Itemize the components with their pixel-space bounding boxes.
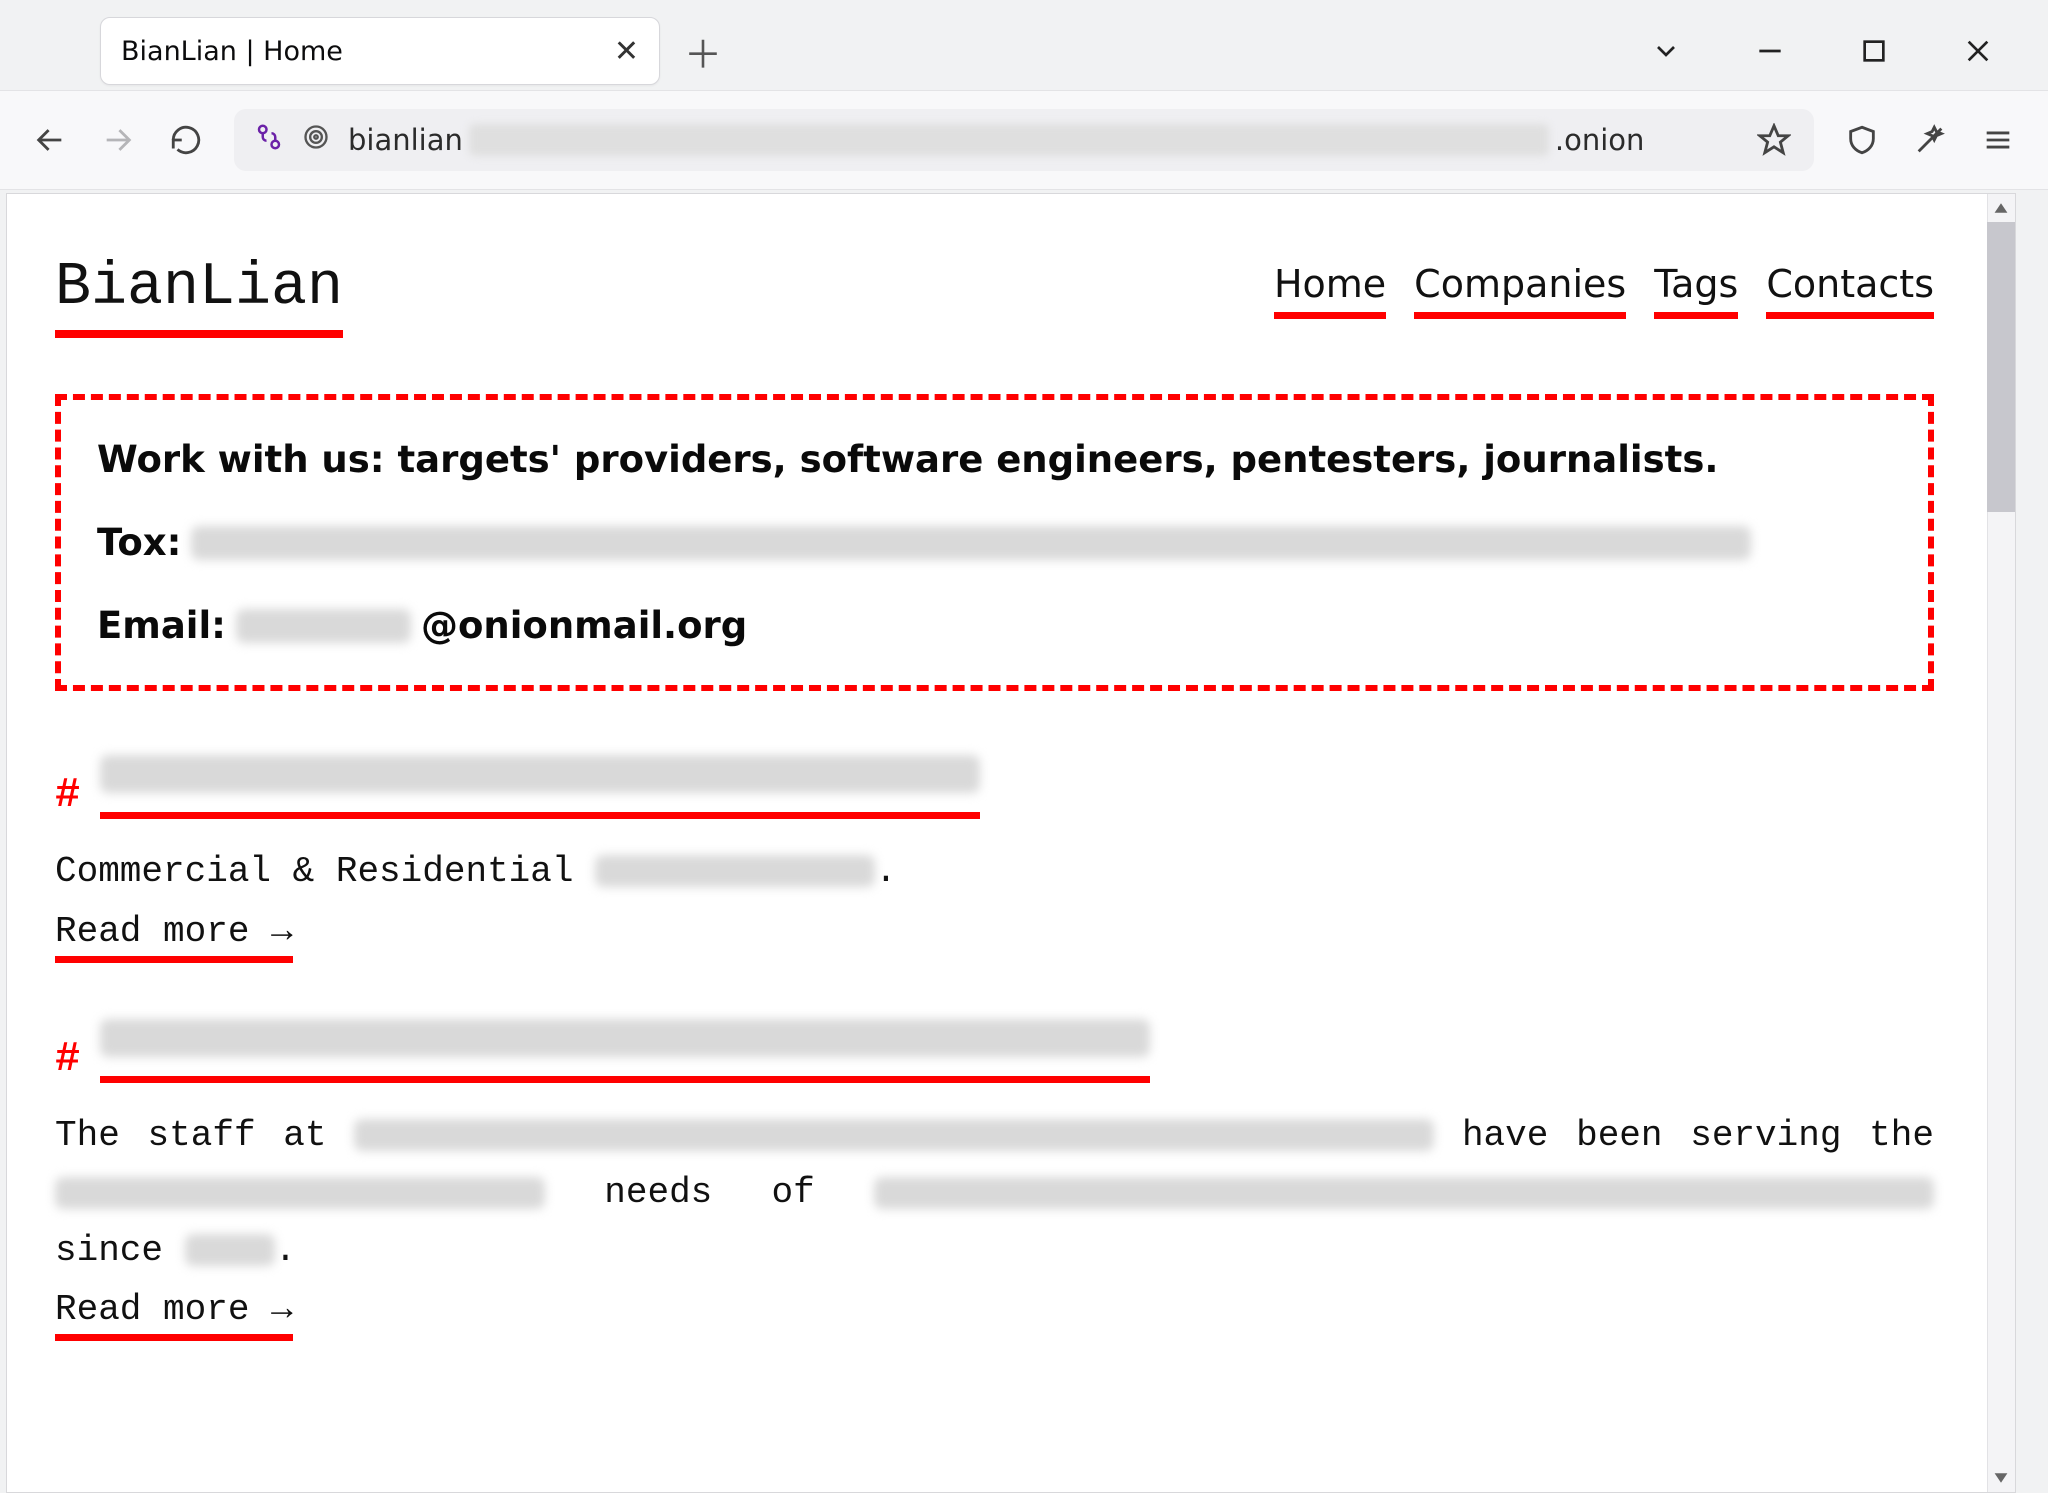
url-host-prefix: bianlian [348, 123, 463, 157]
scroll-down-icon[interactable] [1987, 1464, 2015, 1492]
read-more-link[interactable]: Read more → [55, 911, 293, 963]
nav-contacts[interactable]: Contacts [1766, 262, 1934, 319]
maximize-icon[interactable] [1854, 31, 1894, 71]
url-bar[interactable]: bianlian .onion [234, 109, 1814, 171]
url-host-suffix: .onion [1555, 123, 1645, 157]
redacted-segment [595, 855, 875, 887]
notice-headline: Work with us: targets' providers, softwa… [97, 438, 1892, 481]
window-controls [1646, 31, 2028, 71]
post-title-row: # [55, 1019, 1934, 1083]
notice-tox-row: Tox: [97, 521, 1892, 564]
post-title[interactable] [100, 755, 980, 819]
tor-circuit-icon[interactable] [254, 122, 284, 159]
email-label: Email: [97, 604, 226, 647]
nav-companies[interactable]: Companies [1414, 262, 1626, 319]
redacted-post-title [100, 1019, 1150, 1057]
nav-tags[interactable]: Tags [1654, 262, 1738, 319]
desc-text: Commercial & Residential [55, 851, 595, 892]
sparkle-icon[interactable] [1910, 120, 1950, 160]
chevron-down-icon[interactable] [1646, 31, 1686, 71]
desc-text: The staff at [55, 1115, 354, 1156]
bookmark-star-icon[interactable] [1754, 120, 1794, 160]
main-nav: Home Companies Tags Contacts [1274, 254, 1934, 319]
post-description: Commercial & Residential . [55, 843, 1934, 901]
url-text: bianlian .onion [348, 123, 1736, 157]
redacted-url-segment [469, 124, 1549, 156]
page-header: BianLian Home Companies Tags Contacts [55, 254, 1934, 338]
back-button[interactable] [30, 120, 70, 160]
tox-label: Tox: [97, 521, 181, 564]
post-item: # Commercial & Residential . Read more → [55, 755, 1934, 963]
hash-icon: # [55, 771, 80, 819]
post-item: # The staff at have been serving the nee… [55, 1019, 1934, 1342]
shield-icon[interactable] [1842, 120, 1882, 160]
close-window-icon[interactable] [1958, 31, 1998, 71]
redacted-segment [354, 1119, 1434, 1151]
desc-text: . [875, 851, 897, 892]
site-brand[interactable]: BianLian [55, 254, 343, 338]
scroll-thumb[interactable] [1987, 222, 2015, 512]
redacted-tox-id [191, 526, 1751, 560]
tab-title: BianLian | Home [121, 36, 614, 67]
browser-tab-bar: BianLian | Home ✕ ＋ [0, 0, 2048, 90]
read-more-link[interactable]: Read more → [55, 1289, 293, 1341]
redacted-segment [874, 1177, 1934, 1209]
content-viewport: BianLian Home Companies Tags Contacts Wo… [6, 193, 2016, 1493]
post-title[interactable] [100, 1019, 1150, 1083]
desc-text: have been serving the [1434, 1115, 1934, 1156]
hamburger-menu-icon[interactable] [1978, 120, 2018, 160]
page-body: BianLian Home Companies Tags Contacts Wo… [7, 194, 1982, 1341]
recruit-notice: Work with us: targets' providers, softwa… [55, 394, 1934, 691]
hash-icon: # [55, 1035, 80, 1083]
redacted-segment [55, 1177, 545, 1209]
desc-text: needs of [545, 1172, 874, 1213]
redacted-segment [185, 1234, 275, 1266]
close-tab-icon[interactable]: ✕ [614, 34, 639, 69]
post-description: The staff at have been serving the needs… [55, 1107, 1934, 1280]
desc-text: . [275, 1230, 297, 1271]
onion-lock-icon[interactable] [302, 123, 330, 158]
reload-button[interactable] [166, 120, 206, 160]
post-title-row: # [55, 755, 1934, 819]
redacted-email-user [236, 609, 411, 643]
redacted-post-title [100, 755, 980, 793]
scrollbar[interactable] [1987, 194, 2015, 1492]
scroll-up-icon[interactable] [1987, 194, 2015, 222]
minimize-icon[interactable] [1750, 31, 1790, 71]
new-tab-button[interactable]: ＋ [686, 34, 720, 68]
browser-toolbar: bianlian .onion [0, 90, 2048, 190]
email-domain: @onionmail.org [421, 604, 747, 647]
desc-text: since [55, 1230, 185, 1271]
browser-tab[interactable]: BianLian | Home ✕ [100, 17, 660, 85]
notice-email-row: Email: @onionmail.org [97, 604, 1892, 647]
forward-button[interactable] [98, 120, 138, 160]
nav-home[interactable]: Home [1274, 262, 1386, 319]
